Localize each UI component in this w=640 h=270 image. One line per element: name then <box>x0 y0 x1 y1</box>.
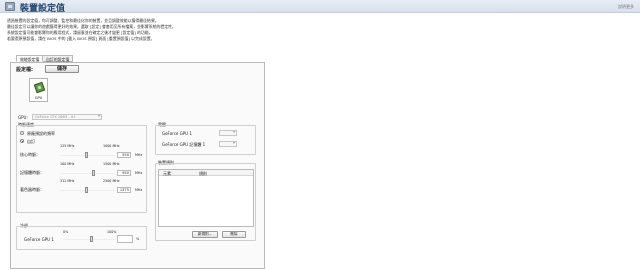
radio-default-clock[interactable] <box>20 131 24 135</box>
memory-clock-value[interactable]: 950 <box>117 170 131 176</box>
core-clock-value[interactable]: 550 <box>117 152 131 158</box>
fan-label: GeForce GPU 1 <box>24 237 54 242</box>
memory-clock-max: 1500 MHz <box>103 162 120 166</box>
voltage-gpu-label: GeForce GPU 1 <box>162 131 192 136</box>
description-line-2: 最佳設定可以讓你的遊戲獲得更好的效果。選取 [設定] 會套用至所有檔案，並影響系… <box>7 24 176 29</box>
tab-performance-settings[interactable]: 效能設定值 <box>16 55 44 62</box>
gpu-select[interactable]: GeForce GTX 288M - #1 <box>32 114 102 120</box>
fan-value[interactable] <box>117 235 133 243</box>
memory-clock-slider-track[interactable] <box>60 173 115 174</box>
delete-rule-button[interactable]: 刪除 <box>222 231 246 238</box>
radio-custom-clock[interactable] <box>20 139 24 143</box>
rules-list[interactable]: 元素 規則 <box>158 169 254 227</box>
core-clock-label: 核心時脈： <box>20 152 40 157</box>
title-banner: 裝置設定值 說明更多 <box>0 0 640 14</box>
shader-clock-min: 312 MHz <box>60 179 75 183</box>
fan-slider-track[interactable] <box>63 239 115 240</box>
core-clock-max: 1000 MHz <box>103 144 120 148</box>
gpu-tile-label: GPU <box>34 96 43 100</box>
clock-group-box <box>16 125 147 213</box>
profile-label: 設定檔: <box>16 67 33 73</box>
memory-clock-min: 100 MHz <box>60 162 75 166</box>
rules-column-element[interactable]: 元素 <box>163 171 171 177</box>
gpu-tile[interactable]: GPU <box>29 78 48 102</box>
core-clock-slider-thumb[interactable] <box>84 152 88 158</box>
radio-custom-clock-label: 自訂 <box>27 139 35 144</box>
page-title: 裝置設定值 <box>20 4 66 14</box>
voltage-gpu-select[interactable] <box>219 130 237 136</box>
tab-custom-settings[interactable]: 自訂的設定值 <box>42 55 74 62</box>
save-button[interactable]: 儲存 <box>45 65 79 73</box>
fan-min: 0% <box>63 230 69 234</box>
memory-clock-slider-thumb[interactable] <box>92 170 96 176</box>
rules-list-header: 元素 規則 <box>159 170 253 176</box>
shader-clock-slider-thumb[interactable] <box>85 187 89 193</box>
shader-clock-label: 著色器時脈： <box>20 187 44 192</box>
memory-clock-unit: MHz <box>135 171 143 175</box>
fan-unit: % <box>136 237 140 241</box>
voltage-memory-label: GeForce GPU 記憶體 1 <box>162 142 206 147</box>
device-settings-icon <box>5 2 15 11</box>
description-line-4: 若要還原預設值，請在 BIOS 中的 [載入 BIOS 預設] 頁面 [重置預設… <box>7 36 155 41</box>
shader-clock-unit: MHz <box>135 188 143 192</box>
voltage-memory-select[interactable] <box>219 141 237 147</box>
fan-slider-thumb[interactable] <box>90 236 94 242</box>
radio-default-clock-label: 原廠預設的頻率 <box>27 131 55 136</box>
help-link[interactable]: 說明更多 <box>618 4 634 10</box>
core-clock-min: 125 MHz <box>60 144 75 148</box>
shader-clock-value[interactable]: 1375 <box>117 187 131 193</box>
fan-max: 100% <box>107 230 117 234</box>
gpu-select-label: GPU: <box>18 115 28 120</box>
description-line-3: 系統設定值可能會影響你的應用程式，請留意並在確定之後才變更 [設定值] 的功能。 <box>7 30 153 35</box>
shader-clock-max: 2500 MHz <box>103 179 120 183</box>
core-clock-unit: MHz <box>135 153 143 157</box>
new-rule-button[interactable]: 新規則... <box>192 231 218 238</box>
gpu-chip-icon <box>33 81 46 94</box>
voltage-group-box <box>155 125 256 155</box>
memory-clock-label: 記憶體時脈： <box>20 170 44 175</box>
rules-column-rule[interactable]: 規則 <box>199 171 207 177</box>
description-line-1: 透過裝置的設定值，你可調整、監控和最佳化你的裝置，並且調整效能以獲得最佳結果。 <box>7 18 159 23</box>
